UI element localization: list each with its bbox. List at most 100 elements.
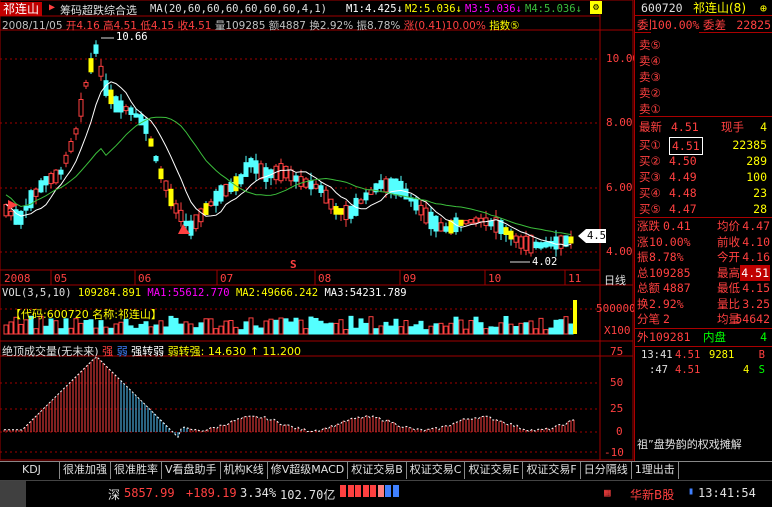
volume-bar xyxy=(468,319,474,335)
candle-body xyxy=(148,138,154,147)
network-icon: ▮ xyxy=(688,486,695,497)
volume-bar xyxy=(543,329,549,335)
volume-bar xyxy=(328,322,334,335)
pin-icon[interactable]: ⊕ xyxy=(760,0,767,16)
stock-name: 祁连山(8) xyxy=(693,1,746,15)
sell-level: 卖④ xyxy=(639,54,661,68)
volume-bar xyxy=(113,323,119,335)
sell-level: 卖① xyxy=(639,101,772,117)
candle-body xyxy=(293,175,299,182)
indicator-tab[interactable]: KDJ xyxy=(0,462,60,479)
indicator-tab[interactable]: 1理出击 xyxy=(632,462,679,479)
candle-body xyxy=(248,158,254,168)
indicator-tab[interactable]: 日分隔线 xyxy=(581,462,632,479)
index-label[interactable]: 指数⑤ xyxy=(489,20,519,32)
vol-ma2: MA2:49666.242 xyxy=(235,287,319,299)
buy-level-price: 4.49 xyxy=(669,170,697,184)
indicator-tab[interactable]: 权证交易E xyxy=(465,462,524,479)
indicator-tabs: KDJ 很准加强 很准胜率 V看盘助手 机构K线 修V超级MACD 权证交易B 权证交易C 权证… xyxy=(0,461,772,479)
cur-vol-label: 现手 xyxy=(721,120,744,134)
ind-axis-tick: -10 xyxy=(604,446,624,459)
candle-body xyxy=(313,183,319,189)
period-label[interactable]: 日线 xyxy=(604,272,626,288)
candle-body xyxy=(303,178,309,188)
ma-m3: M3:5.036↓ xyxy=(465,3,522,15)
volume-bar xyxy=(553,319,559,335)
candle-body xyxy=(243,162,249,177)
settings-icon[interactable]: ⚙ xyxy=(590,1,602,14)
bar-amplitude: 振8.78% xyxy=(356,20,401,32)
volume-bar xyxy=(143,321,149,335)
volume-bar xyxy=(433,323,439,335)
status-bar: 深 5857.99 +189.19 3.34% 102.70亿 ▦ 华新B股 ▮… xyxy=(0,480,772,507)
volume-bar xyxy=(373,328,379,335)
candle-body xyxy=(283,165,289,179)
stat-value: 3.25 xyxy=(742,296,770,311)
buy-level-price: 4.50 xyxy=(669,154,697,168)
volume-bar xyxy=(198,322,204,335)
indicator-tab[interactable]: 修V超级MACD xyxy=(268,462,349,479)
candle-body xyxy=(23,205,29,211)
candle-body xyxy=(203,203,209,215)
indicator-line xyxy=(4,356,575,439)
volume-bar xyxy=(273,319,279,335)
chart-area[interactable]: 祁连山 ▶ 筹码超跌综合选 MA(20,60,60,60,60,60,60,4,… xyxy=(0,0,639,461)
candle-body xyxy=(128,107,134,115)
candle-body xyxy=(398,180,404,197)
inner-label: 内盘 xyxy=(703,330,726,344)
volume-bar xyxy=(103,326,109,335)
candle-body xyxy=(163,180,169,191)
volume-bar xyxy=(228,320,234,335)
volume-bar xyxy=(478,322,484,335)
bar-volume: 量109285 xyxy=(214,20,266,32)
index-pct: 3.34% xyxy=(240,486,277,500)
time-tick: 09 xyxy=(403,272,417,285)
candle-body xyxy=(383,178,389,193)
kline-chart-svg[interactable] xyxy=(0,0,634,461)
volume-bar xyxy=(263,320,269,335)
latest-price: 4.51 xyxy=(671,120,699,134)
volume-bar xyxy=(233,326,239,335)
indicator-arrow-icon[interactable]: ▶ xyxy=(49,2,55,13)
index-amount: 102.70亿 xyxy=(280,488,336,502)
ind-axis-tick: 75 xyxy=(610,345,624,358)
volume-bar xyxy=(388,325,394,335)
indicator-tab[interactable]: 很准加强 xyxy=(60,462,111,479)
wei-cha-value: 22825 xyxy=(736,18,771,32)
indicator-name[interactable]: 筹码超跌综合选 xyxy=(60,2,137,18)
breadth-segment xyxy=(347,485,354,497)
candle-body xyxy=(428,211,434,230)
volume-bar xyxy=(293,317,299,335)
sell-signal-marker: S xyxy=(290,258,297,271)
vol-ma1: MA1:55612.770 xyxy=(147,287,230,299)
cur-vol: 4 xyxy=(760,120,767,134)
volume-bar xyxy=(563,316,569,335)
volume-bar xyxy=(188,323,194,335)
volume-bar xyxy=(238,329,244,335)
candle-body xyxy=(568,236,574,244)
indicator-tab[interactable]: 权证交易C xyxy=(407,462,466,479)
volume-bar xyxy=(153,324,159,335)
tick-time: 13:41 xyxy=(641,349,673,361)
side-tabs[interactable]: 祖”盘势韵的权戏摊解 xyxy=(637,436,742,452)
ind-axis-tick: 0 xyxy=(616,425,623,438)
stat-label: 均价 xyxy=(717,219,740,233)
candle-body xyxy=(438,222,444,232)
candle-body xyxy=(558,235,564,249)
buy-level: 买④ 4.48 23 xyxy=(635,185,772,201)
indicator-tab[interactable]: V看盘助手 xyxy=(162,462,221,479)
indicator-tab[interactable]: 权证交易F xyxy=(523,462,581,479)
indicator-tab[interactable]: 权证交易B xyxy=(348,462,407,479)
stock-code: 600720 xyxy=(641,1,683,15)
candle-body xyxy=(8,210,14,217)
indicator-tab[interactable]: 很准胜率 xyxy=(111,462,162,479)
buy-level: 买② 4.50 289 xyxy=(635,153,772,169)
broker-label[interactable]: 华新B股 xyxy=(630,486,674,503)
indicator-tab[interactable]: 机构K线 xyxy=(221,462,268,479)
candle-body xyxy=(68,141,74,152)
volume-bar xyxy=(193,327,199,335)
volume-bar xyxy=(83,320,89,335)
candle-body xyxy=(463,219,469,225)
stat-label: 量比 xyxy=(717,296,740,311)
stock-name-badge[interactable]: 祁连山 xyxy=(0,2,43,16)
